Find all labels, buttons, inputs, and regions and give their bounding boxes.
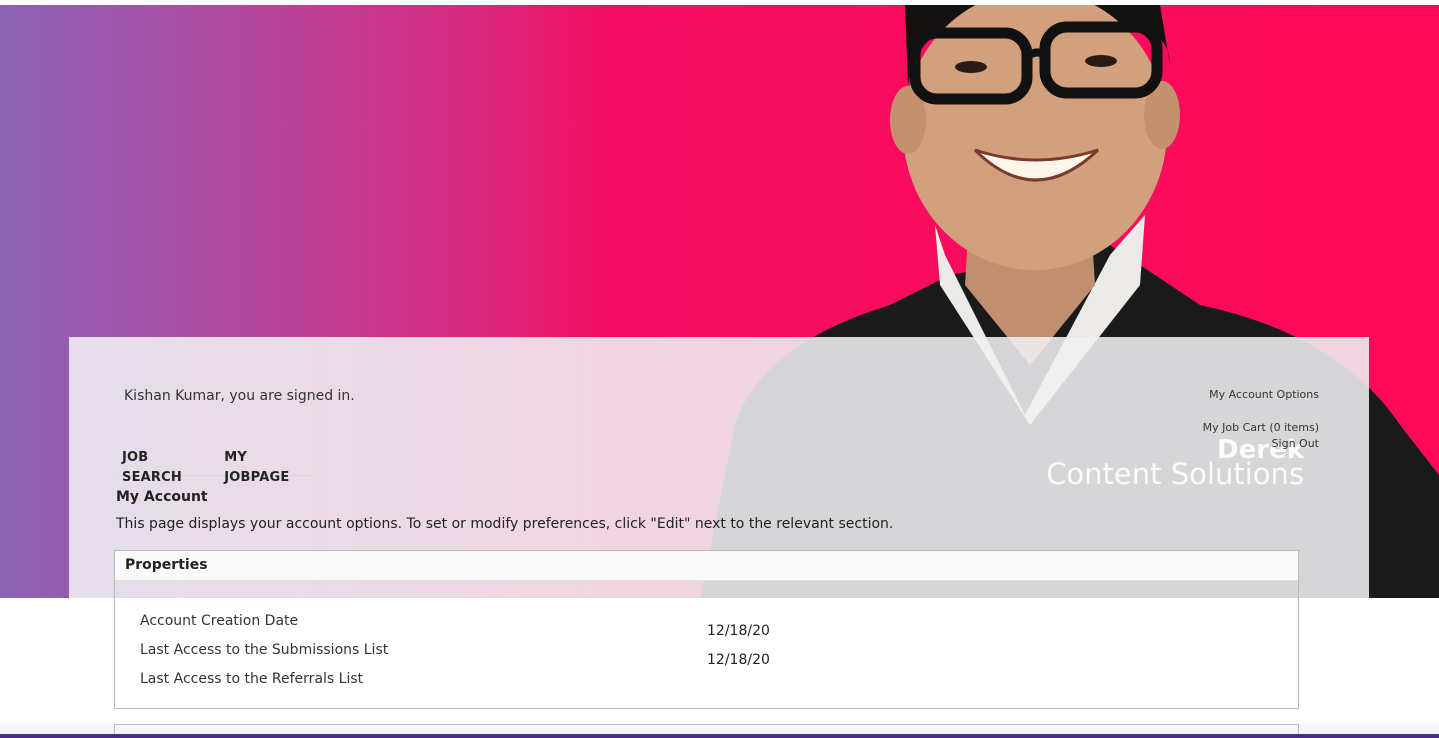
main-nav: JOB SEARCH MY JOBPAGE [116,448,312,485]
account-options-link[interactable]: My Account Options [1203,387,1319,403]
page: Derek Content Solutions Kishan Kumar, yo… [0,0,1439,738]
job-cart-link[interactable]: My Job Cart (0 items) [1203,420,1319,436]
bottom-bar [0,734,1439,738]
property-label: Last Access to the Referrals List [140,671,364,687]
properties-section: Properties Account Creation Date 12/18/2… [114,550,1299,709]
page-description: This page displays your account options.… [116,516,894,532]
banner-subtitle: Content Solutions [1046,457,1304,491]
sign-out-link[interactable]: Sign Out [1203,436,1319,452]
property-value: 12/18/20 [707,652,770,668]
account-links: My Account Options My Job Cart (0 items)… [1203,387,1319,452]
property-value: 12/18/20 [707,623,770,639]
property-label: Account Creation Date [140,613,299,629]
property-label: Last Access to the Submissions List [140,642,389,658]
nav-job-search[interactable]: JOB SEARCH [122,448,208,485]
signed-in-text: Kishan Kumar, you are signed in. [124,388,355,404]
properties-header: Properties [115,551,1298,581]
page-title: My Account [116,489,208,505]
nav-my-jobpage[interactable]: MY JOBPAGE [224,448,312,485]
